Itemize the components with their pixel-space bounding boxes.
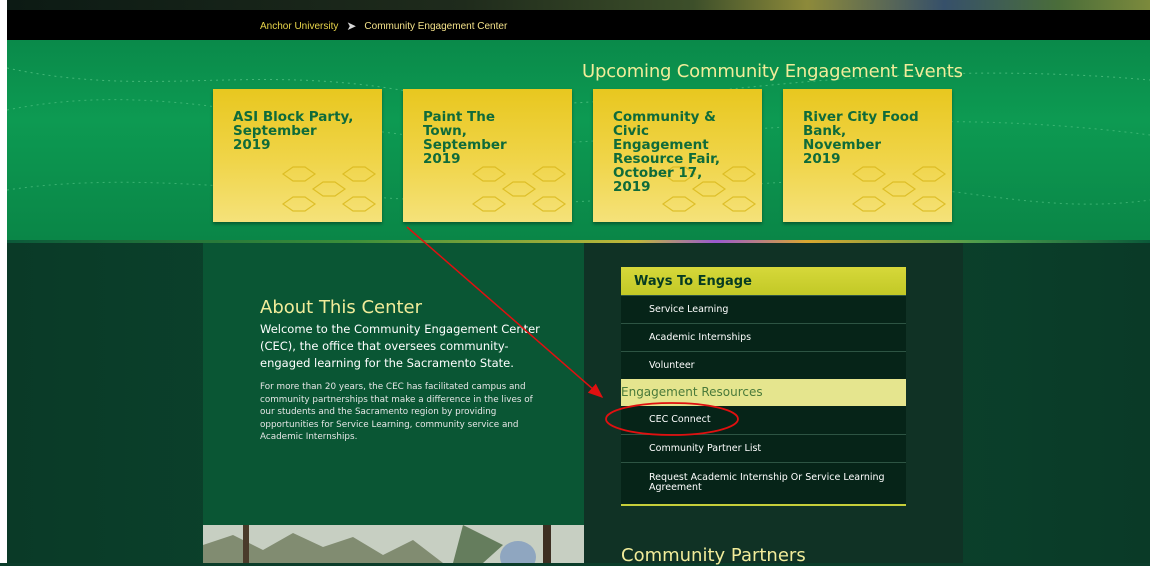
event-card-paint-the-town[interactable]: Paint The Town, September 2019 bbox=[403, 89, 572, 222]
menu-item-community-partner-list[interactable]: Community Partner List bbox=[621, 434, 906, 462]
about-title: About This Center bbox=[260, 297, 423, 318]
breadcrumb-current[interactable]: Community Engagement Center bbox=[364, 21, 507, 32]
breadcrumb-bar bbox=[7, 10, 1150, 40]
photo-image bbox=[203, 525, 584, 563]
ways-to-engage-menu: Ways To Engage Service Learning Academic… bbox=[621, 267, 906, 506]
event-card-block-party[interactable]: ASI Block Party, September 2019 bbox=[213, 89, 382, 222]
community-photo bbox=[203, 525, 584, 563]
menu-item-volunteer[interactable]: Volunteer bbox=[621, 351, 906, 379]
events-band bbox=[7, 40, 1150, 240]
menu-item-service-learning[interactable]: Service Learning bbox=[621, 295, 906, 323]
event-card-resource-fair[interactable]: Community & Civic Engagement Resource Fair,… bbox=[593, 89, 762, 222]
about-intro: Welcome to the Community Engagement Cent… bbox=[260, 322, 540, 370]
menu-item-academic-internships[interactable]: Academic Internships bbox=[621, 323, 906, 351]
events-title: Upcoming Community Engagement Events bbox=[582, 61, 963, 82]
event-title: River City Food Bank, November 2019 bbox=[803, 109, 919, 167]
menu-item-request-agreement[interactable]: Request Academic Internship Or Service L… bbox=[621, 462, 906, 500]
event-card-food-bank[interactable]: River City Food Bank, November 2019 bbox=[783, 89, 952, 222]
event-title: Paint The Town, September 2019 bbox=[423, 109, 507, 167]
wave-pattern bbox=[7, 67, 1150, 205]
menu-item-cec-connect[interactable]: CEC Connect bbox=[621, 406, 906, 434]
event-title: Community & Civic Engagement Resource Fair,… bbox=[613, 109, 720, 195]
breadcrumb: Anchor University ➤ Community Engagement… bbox=[260, 19, 507, 33]
left-edge bbox=[0, 0, 7, 563]
breadcrumb-home-link[interactable]: Anchor University bbox=[260, 21, 338, 32]
event-title: ASI Block Party, September 2019 bbox=[233, 109, 354, 153]
about-body: For more than 20 years, the CEC has faci… bbox=[260, 382, 533, 442]
chevron-right-icon: ➤ bbox=[346, 19, 357, 33]
ways-header: Ways To Engage bbox=[621, 267, 906, 295]
top-banner-strip bbox=[7, 0, 1150, 10]
resources-header: Engagement Resources bbox=[621, 379, 906, 406]
